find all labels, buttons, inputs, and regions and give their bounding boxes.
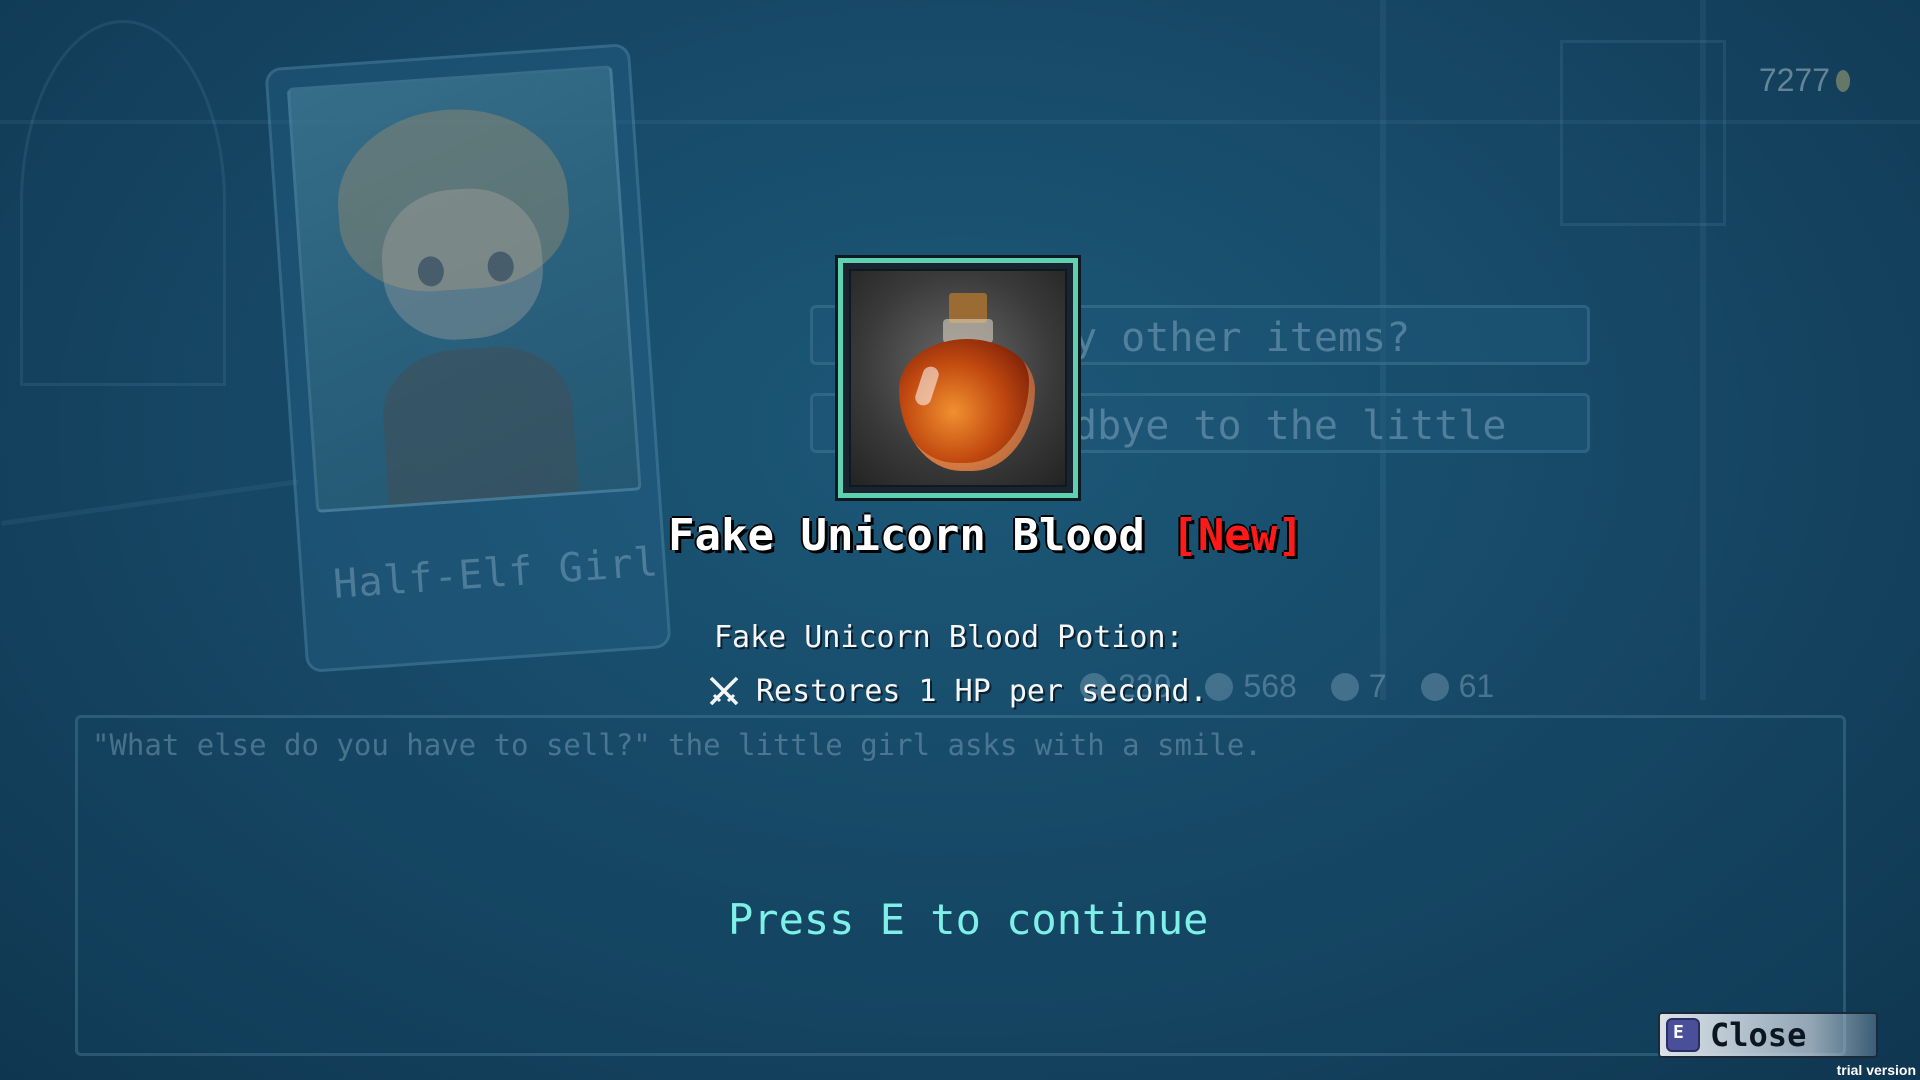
item-name-title: Fake Unicorn Blood [New] [668,510,1304,561]
dialog-text: "What else do you have to sell?" the lit… [92,728,1262,762]
water-icon [1205,672,1234,701]
crossed-swords-icon [709,676,739,706]
background-lamp [20,20,226,386]
close-label: Close [1710,1016,1807,1054]
stat-wing: 7 [1330,668,1387,705]
gold-amount: 7277 [1758,62,1830,98]
e-key-icon: E [1666,1018,1700,1052]
character-portrait [286,65,642,513]
trial-watermark: trial version [1836,1062,1916,1078]
dialog-box [75,715,1846,1056]
stat-water: 568 [1205,668,1297,705]
background-beam [1,479,299,526]
wing-icon [1330,672,1359,701]
stat-clover: 61 [1420,668,1495,705]
gold-counter: 7277 [1759,62,1850,99]
potion-liquid [899,339,1035,471]
item-icon-frame [838,258,1078,498]
stat-value: 61 [1458,668,1495,704]
new-badge: [New] [1171,510,1304,561]
character-name: Half-Elf Girl [331,539,661,608]
continue-prompt[interactable]: Press E to continue [728,895,1208,944]
item-description-title: Fake Unicorn Blood Potion: [714,620,1184,655]
effect-text: Restores 1 HP per second. [756,673,1208,709]
item-effect: Restores 1 HP per second. [706,673,1208,709]
portrait-body [378,341,580,513]
clover-icon [1420,672,1449,701]
coin-icon [1836,69,1850,92]
item-name: Fake Unicorn Blood [668,510,1145,561]
stat-value: 568 [1243,668,1297,704]
potion-icon [849,269,1067,487]
background-window [1560,40,1726,226]
stat-value: 7 [1368,668,1387,704]
choice-text: y other items? [1073,315,1411,361]
choice-text: dbye to the little [1073,403,1507,449]
character-portrait-card: Half-Elf Girl [264,42,672,674]
close-button[interactable]: E Close [1658,1012,1878,1058]
